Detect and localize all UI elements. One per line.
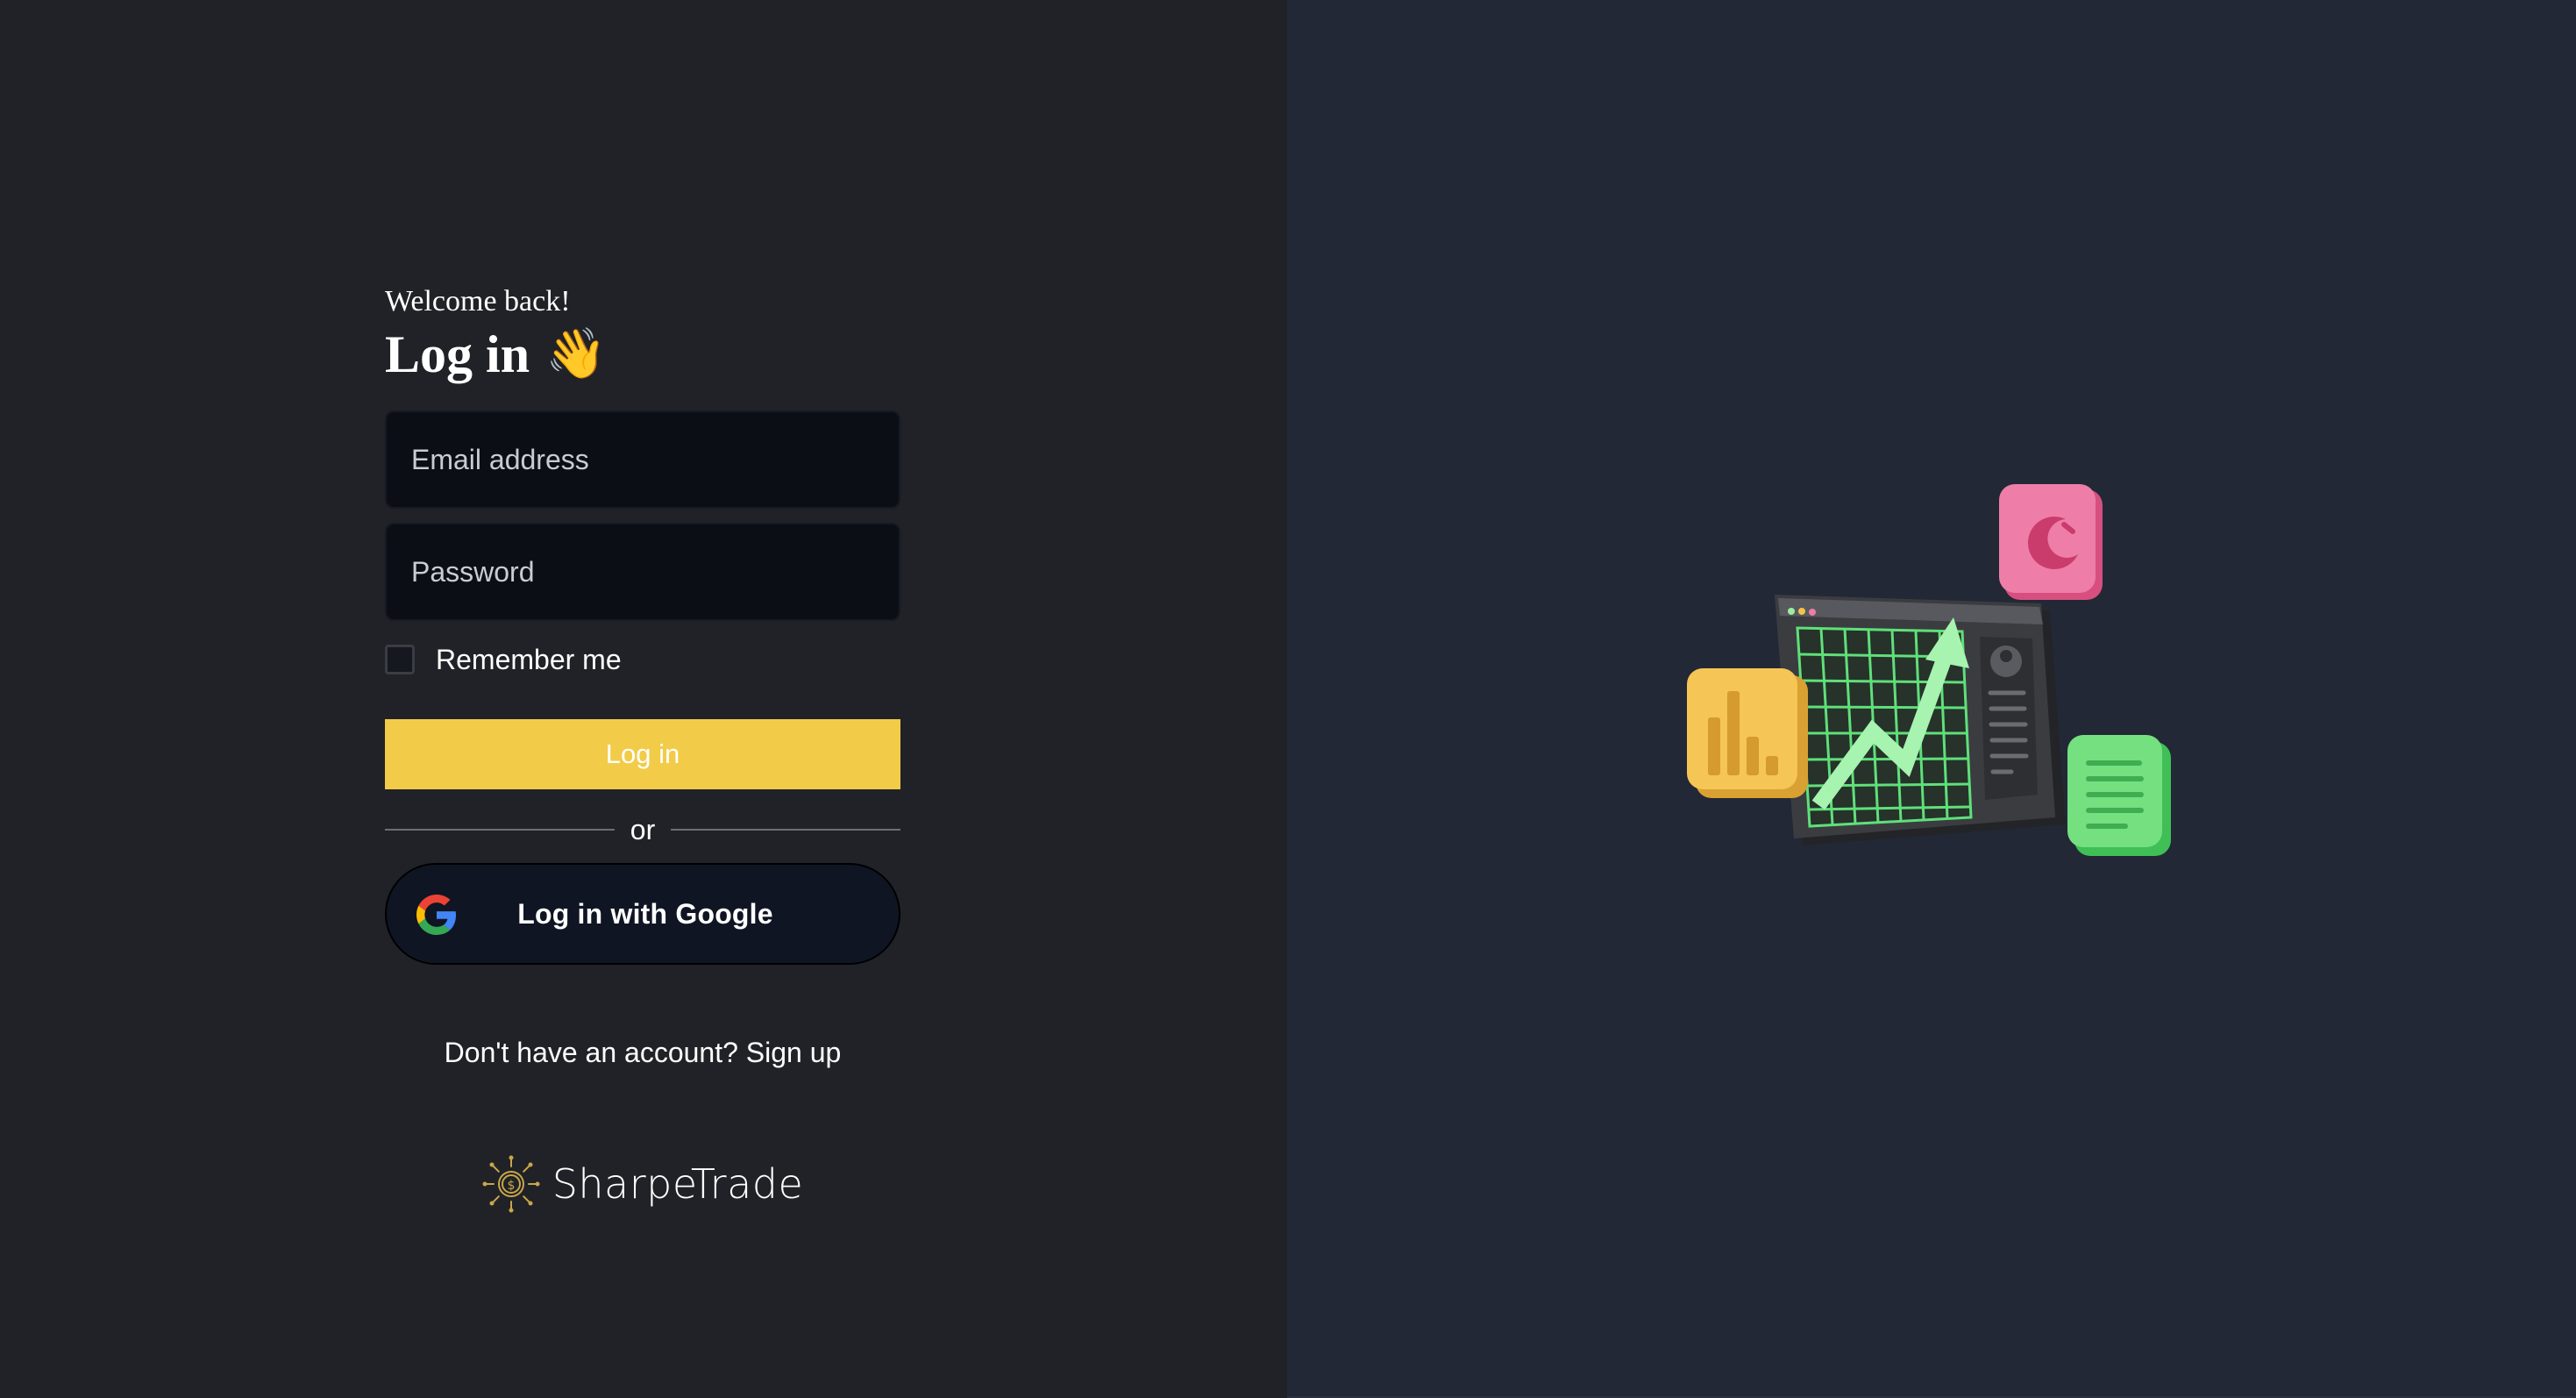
email-field[interactable] [385,410,900,509]
brand-name: SharpeTrade [551,1160,804,1208]
yellow-chart-tile-icon [1687,668,1808,798]
login-button[interactable]: Log in [385,719,900,789]
divider-line-left [385,829,615,831]
welcome-text: Welcome back! [385,285,571,317]
signup-prompt-text: Don't have an account? [444,1037,746,1068]
sharpetrade-logo-icon: $ [482,1155,540,1213]
brand-footer: $ SharpeTrade [385,1155,900,1213]
signup-link[interactable]: Sign up [746,1037,842,1068]
waving-hand-icon: 👋 [545,327,607,382]
remember-me-label[interactable]: Remember me [436,644,622,676]
login-form: Welcome back! Log in 👋 Remember me Log i… [385,281,901,1213]
remember-me-checkbox[interactable] [385,645,415,674]
page-title-text: Log in [385,325,530,383]
illustration-panel [1287,0,2576,1398]
remember-me-row[interactable]: Remember me [385,642,900,677]
signup-prompt: Don't have an account? Sign up [385,1037,900,1069]
or-divider: or [385,810,901,849]
password-input[interactable] [411,555,874,588]
google-login-button[interactable]: Log in with Google [385,863,900,965]
password-field[interactable] [385,523,900,621]
page-title: Log in 👋 [385,323,900,386]
google-login-label: Log in with Google [517,897,773,930]
divider-text: or [630,813,656,845]
login-panel: Welcome back! Log in 👋 Remember me Log i… [0,0,1287,1398]
green-document-tile-icon [2067,735,2171,856]
trading-dashboard-illustration [1687,484,2171,856]
pink-coin-tile-icon [1999,484,2103,600]
divider-line-right [671,829,901,831]
login-page: Welcome back! Log in 👋 Remember me Log i… [0,0,2576,1398]
dashboard-window-icon [1775,595,2066,845]
email-input[interactable] [411,443,874,476]
svg-text:$: $ [507,1179,515,1193]
